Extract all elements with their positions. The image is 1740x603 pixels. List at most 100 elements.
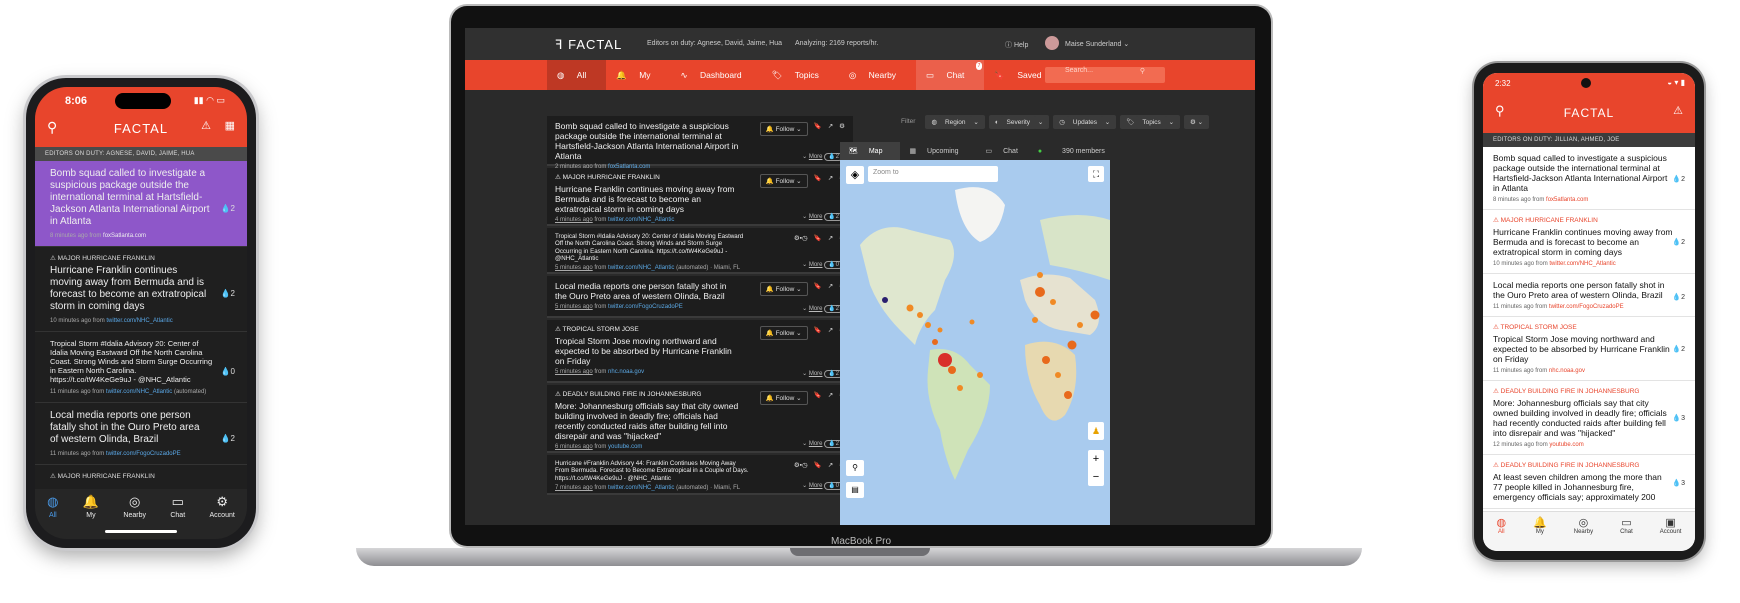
news-card[interactable]: ⚠ DEADLY BUILDING FIRE IN JOHANNESBURG Mo… xyxy=(547,385,853,453)
tab-all[interactable]: ◍ All xyxy=(47,494,58,539)
list-item[interactable]: Bomb squad called to investigate a suspi… xyxy=(35,161,247,247)
pegman-icon[interactable]: ♟ xyxy=(1088,422,1104,440)
share-icon[interactable]: ↗ xyxy=(828,234,833,242)
bookmark-icon[interactable]: 🔖 xyxy=(814,234,822,242)
source-link[interactable]: youtube.com xyxy=(1549,442,1583,448)
share-icon[interactable]: ↗ xyxy=(828,282,833,296)
bookmark-icon[interactable]: 🔖 xyxy=(814,174,822,188)
filter-more[interactable]: ⚙ ⌄ xyxy=(1184,115,1210,129)
follow-button[interactable]: 🔔 Follow ⌄ xyxy=(759,326,808,340)
list-item[interactable]: ⚠ DEADLY BUILDING FIRE IN JOHANNESBURG At… xyxy=(1483,455,1695,509)
news-card[interactable]: ⚠ TROPICAL STORM JOSE Tropical Storm Jose… xyxy=(547,320,853,383)
source-link[interactable]: foxSatlanta.com xyxy=(103,233,146,239)
tab-my[interactable]: 🔔 My xyxy=(1533,516,1547,551)
search-input[interactable]: Search... ⚲ xyxy=(1045,67,1165,83)
alert-icon[interactable]: ⚠ xyxy=(1673,104,1683,117)
share-icon[interactable]: ↗ xyxy=(828,391,833,405)
list-item[interactable]: ⚠ DEADLY BUILDING FIRE IN JOHANNESBURG Mo… xyxy=(1483,381,1695,455)
bookmark-icon[interactable]: 🔖 xyxy=(814,391,822,405)
share-icon[interactable]: ↗ xyxy=(828,174,833,188)
nav-dashboard[interactable]: ∿ Dashboard xyxy=(671,70,762,81)
list-item[interactable]: Tropical Storm #Idalia Advisory 20: Cent… xyxy=(35,332,247,403)
more-link[interactable]: ⌄ More 💧0 xyxy=(802,261,843,269)
source-link[interactable]: twitter.com/NHC_Atlantic xyxy=(608,217,674,223)
list-item[interactable]: ⚠ TROPICAL STORM JOSE Tropical Storm Jose… xyxy=(1483,317,1695,381)
fullscreen-icon[interactable]: ⛶ xyxy=(1088,166,1104,182)
item-headline: At least seven children among the more t… xyxy=(1493,472,1662,502)
bookmark-icon[interactable]: 🔖 xyxy=(814,122,822,136)
world-map[interactable]: ◈ Zoom to ⛶ ♟ + − ⚲ ▤ xyxy=(840,160,1110,525)
map-icon[interactable]: ▦ xyxy=(225,119,235,132)
source-link[interactable]: nhc.noaa.gov xyxy=(1549,368,1585,374)
list-item[interactable]: Local media reports one person fatally s… xyxy=(35,403,247,465)
filter-topics[interactable]: 🏷 Topics ⌄ xyxy=(1120,115,1181,129)
news-card[interactable]: Local media reports one person fatally s… xyxy=(547,276,853,318)
help-link[interactable]: ⓘ Help xyxy=(1005,40,1028,50)
follow-button[interactable]: 🔔 Follow ⌄ xyxy=(759,282,808,296)
news-card[interactable]: Bomb squad called to investigate a suspi… xyxy=(547,116,853,170)
share-icon[interactable]: ↗ xyxy=(828,122,833,136)
nav-my[interactable]: 🔔 My xyxy=(606,70,670,81)
nav-nearby[interactable]: ◎ Nearby xyxy=(839,70,916,81)
more-link[interactable]: ⌄ More 💧2 xyxy=(802,213,843,221)
source-link[interactable]: youtube.com xyxy=(608,444,642,450)
list-item[interactable]: ⚠ MAJOR HURRICANE FRANKLIN xyxy=(35,465,247,491)
bookmark-icon[interactable]: 🔖 xyxy=(814,461,822,469)
tab-chat[interactable]: ▭ Chat xyxy=(1620,516,1633,551)
nav-chat[interactable]: ▭ Chat 7 xyxy=(916,60,985,90)
tab-account[interactable]: ▣ Account xyxy=(1660,516,1682,551)
filter-region[interactable]: ◍ Region ⌄ xyxy=(925,115,985,129)
source-link[interactable]: twitter.com/FogoCruzadoPE xyxy=(608,304,683,310)
gear-icon: ⚙ xyxy=(216,494,228,509)
news-card[interactable]: ⚠ MAJOR HURRICANE FRANKLIN Hurricane Fran… xyxy=(547,168,853,226)
tab-account[interactable]: ⚙ Account xyxy=(210,494,235,539)
zoom-out-button[interactable]: − xyxy=(1088,468,1104,486)
source-link[interactable]: twitter.com/FogoCruzadoPE xyxy=(106,451,181,457)
share-icon[interactable]: ↗ xyxy=(828,461,833,469)
more-link[interactable]: ⌄ More 💧0 xyxy=(802,482,843,490)
list-item[interactable]: ⚠ MAJOR HURRICANE FRANKLIN Hurricane Fran… xyxy=(1483,210,1695,274)
tab-upcoming[interactable]: ▦ Upcoming xyxy=(900,142,976,160)
more-link[interactable]: ⌄ More 💧2 xyxy=(802,370,843,378)
follow-button[interactable]: 🔔 Follow ⌄ xyxy=(759,391,808,405)
source-link[interactable]: fox5atlanta.com xyxy=(1546,197,1588,203)
more-link[interactable]: ⌄ More 💧2 xyxy=(802,153,843,161)
avatar[interactable] xyxy=(1045,36,1059,50)
source-link[interactable]: twitter.com/NHC_Atlantic xyxy=(608,265,674,271)
nav-all[interactable]: ◍ All xyxy=(547,60,607,90)
source-link[interactable]: twitter.com/FogoCruzadoPE xyxy=(1549,304,1624,310)
nav-topics[interactable]: 🏷 Topics xyxy=(762,70,839,81)
filter-updates[interactable]: ◷ Updates ⌄ xyxy=(1053,115,1117,129)
source-link[interactable]: nhc.noaa.gov xyxy=(608,369,644,375)
filter-severity[interactable]: ◐ Severity ⌄ xyxy=(988,115,1050,129)
zoom-in-button[interactable]: + xyxy=(1088,450,1104,468)
legend-icon[interactable]: ▤ xyxy=(846,482,864,498)
tab-nearby[interactable]: ◎ Nearby xyxy=(1574,516,1593,551)
tab-chat[interactable]: ▭ Chat ● 390 members xyxy=(977,142,1123,160)
share-icon[interactable]: ↗ xyxy=(828,326,833,340)
source-link[interactable]: twitter.com/NHC_Atlantic xyxy=(608,485,674,491)
news-card[interactable]: Hurricane #Franklin Advisory 44: Frankli… xyxy=(547,455,853,495)
zoom-search-input[interactable]: Zoom to xyxy=(868,166,998,182)
list-item[interactable]: Bomb squad called to investigate a suspi… xyxy=(1483,147,1695,210)
settings-icon[interactable]: ⚙ xyxy=(839,122,845,136)
layers-icon[interactable]: ◈ xyxy=(846,166,864,184)
list-item[interactable]: Local media reports one person fatally s… xyxy=(1483,274,1695,317)
tab-all[interactable]: ◍ All xyxy=(1496,516,1506,551)
source-link[interactable]: twitter.com/NHC_Atlantic xyxy=(1549,261,1615,267)
follow-button[interactable]: 🔔 Follow ⌄ xyxy=(759,174,808,188)
tab-map[interactable]: 🗺 Map xyxy=(840,142,901,160)
more-link[interactable]: ⌄ More 💧2 xyxy=(802,440,843,448)
tab-my[interactable]: 🔔 My xyxy=(83,494,99,539)
source-link[interactable]: twitter.com/NHC_Atlantic xyxy=(106,318,172,324)
user-menu[interactable]: Maise Sunderland ⌄ xyxy=(1065,40,1129,48)
bookmark-icon[interactable]: 🔖 xyxy=(814,282,822,296)
news-card[interactable]: Tropical Storm #Idalia Advisory 20: Cent… xyxy=(547,228,853,274)
bookmark-icon[interactable]: 🔖 xyxy=(814,326,822,340)
search-area-icon[interactable]: ⚲ xyxy=(846,460,864,476)
more-link[interactable]: ⌄ More 💧2 xyxy=(802,305,843,313)
list-item[interactable]: ⚠ MAJOR HURRICANE FRANKLIN Hurricane Fra… xyxy=(35,247,247,332)
source-link[interactable]: twitter.com/NHC_Atlantic xyxy=(106,389,172,395)
alert-icon[interactable]: ⚠ xyxy=(201,119,211,132)
follow-button[interactable]: 🔔 Follow ⌄ xyxy=(759,122,808,136)
